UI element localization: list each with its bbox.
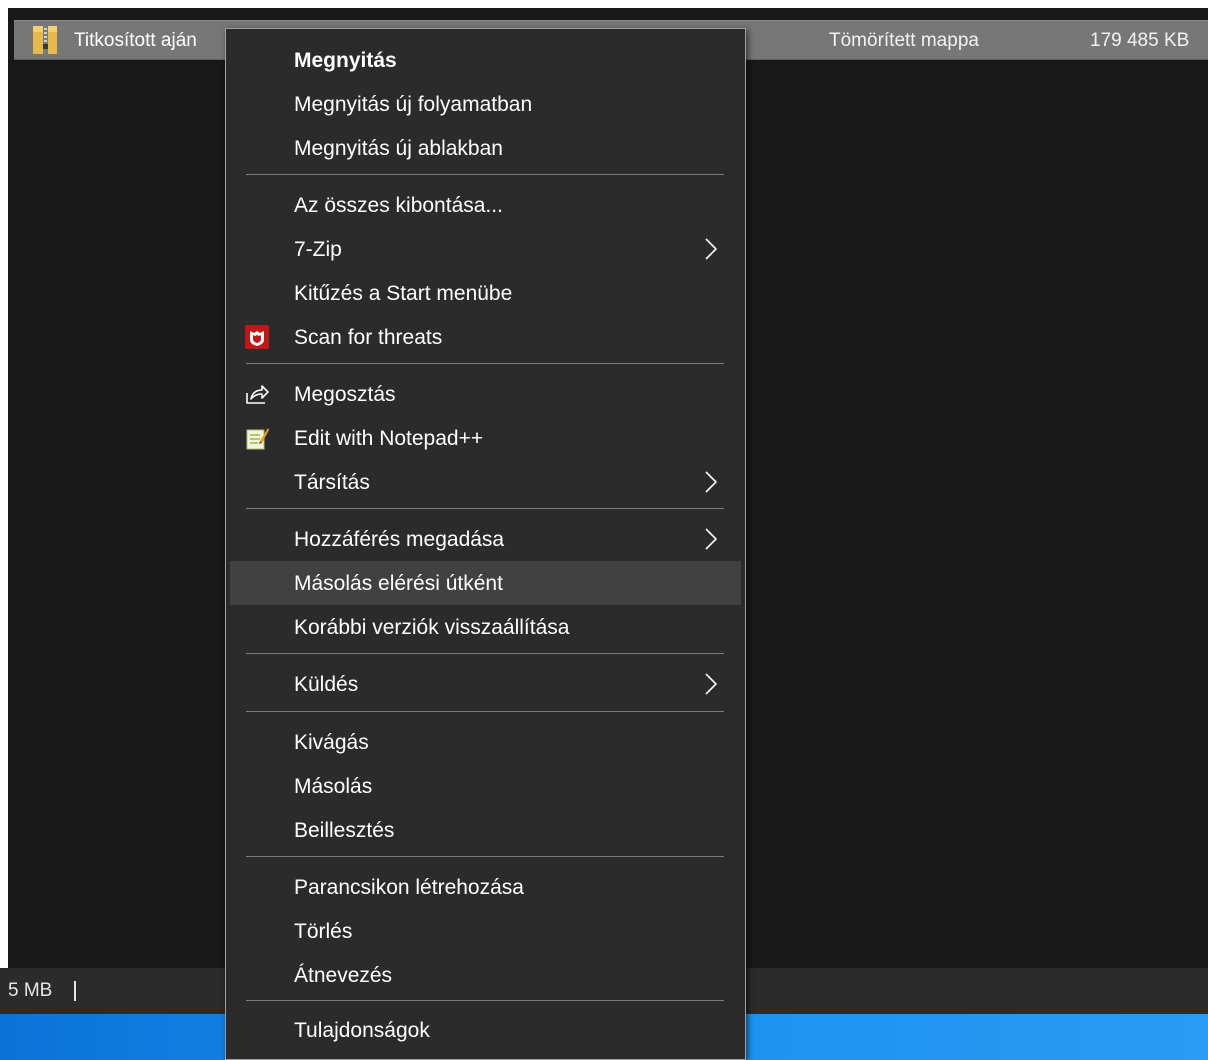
menu-separator — [246, 174, 724, 175]
chevron-right-icon — [704, 527, 718, 551]
file-name: Titkosított aján — [74, 30, 197, 51]
menu-item-label: Küldés — [294, 673, 359, 696]
share-icon — [244, 381, 270, 407]
notepadpp-icon — [244, 425, 270, 451]
menu-item-label: Társítás — [294, 471, 370, 494]
menu-separator — [246, 363, 724, 364]
menu-separator — [246, 1000, 724, 1001]
menu-item-label: Törlés — [294, 920, 353, 943]
menu-item-open-new-window[interactable]: Megnyitás új ablakban — [230, 126, 741, 170]
menu-item-label: Tulajdonságok — [294, 1019, 430, 1042]
menu-item-share[interactable]: Megosztás — [230, 372, 741, 416]
menu-item-label: Az összes kibontása... — [294, 194, 503, 217]
zip-folder-icon — [32, 24, 58, 56]
chevron-right-icon — [704, 237, 718, 261]
menu-item-label: Másolás elérési útként — [294, 572, 503, 595]
context-menu: Megnyitás Megnyitás új folyamatban Megny… — [225, 28, 746, 1060]
menu-item-label: Beillesztés — [294, 819, 395, 842]
menu-item-properties[interactable]: Tulajdonságok — [230, 1008, 741, 1052]
menu-item-extract-all[interactable]: Az összes kibontása... — [230, 183, 741, 227]
menu-item-copy[interactable]: Másolás — [230, 764, 741, 808]
file-size: 179 485 KB — [1090, 30, 1190, 51]
menu-item-label: Parancsikon létrehozása — [294, 876, 524, 899]
menu-item-pin-start[interactable]: Kitűzés a Start menübe — [230, 271, 741, 315]
chevron-right-icon — [704, 470, 718, 494]
status-selection-size: 5 MB — [8, 980, 53, 1001]
chevron-right-icon — [704, 672, 718, 696]
file-type: Tömörített mappa — [829, 30, 979, 51]
status-separator — [74, 981, 76, 1001]
menu-item-label: Megnyitás — [294, 49, 397, 72]
menu-separator — [246, 856, 724, 857]
mcafee-shield-icon — [244, 324, 270, 350]
menu-item-rename[interactable]: Átnevezés — [230, 953, 741, 997]
menu-item-cut[interactable]: Kivágás — [230, 720, 741, 764]
menu-item-label: Korábbi verziók visszaállítása — [294, 616, 570, 639]
menu-item-label: Átnevezés — [294, 964, 393, 987]
menu-item-label: Megnyitás új ablakban — [294, 137, 503, 160]
menu-item-restore-versions[interactable]: Korábbi verziók visszaállítása — [230, 605, 741, 649]
menu-item-label: Kivágás — [294, 731, 369, 754]
menu-item-label: Hozzáférés megadása — [294, 528, 505, 551]
menu-item-delete[interactable]: Törlés — [230, 909, 741, 953]
menu-item-label: Scan for threats — [294, 326, 443, 349]
menu-item-label: Kitűzés a Start menübe — [294, 282, 513, 305]
menu-item-label: Megosztás — [294, 383, 396, 406]
menu-item-edit-notepadpp[interactable]: Edit with Notepad++ — [230, 416, 741, 460]
menu-item-scan-threats[interactable]: Scan for threats — [230, 315, 741, 359]
menu-item-open[interactable]: Megnyitás — [230, 38, 741, 82]
menu-item-7zip[interactable]: 7-Zip — [230, 227, 741, 271]
menu-item-send-to[interactable]: Küldés — [230, 662, 741, 706]
menu-item-copy-as-path[interactable]: Másolás elérési útként — [230, 561, 741, 605]
menu-item-paste[interactable]: Beillesztés — [230, 808, 741, 852]
menu-item-give-access[interactable]: Hozzáférés megadása — [230, 517, 741, 561]
menu-item-open-with[interactable]: Társítás — [230, 460, 741, 504]
menu-item-open-new-process[interactable]: Megnyitás új folyamatban — [230, 82, 741, 126]
menu-item-label: Megnyitás új folyamatban — [294, 93, 533, 116]
menu-separator — [246, 653, 724, 654]
menu-item-label: 7-Zip — [294, 238, 342, 261]
menu-item-label: Másolás — [294, 775, 373, 798]
menu-separator — [246, 508, 724, 509]
menu-item-create-shortcut[interactable]: Parancsikon létrehozása — [230, 865, 741, 909]
menu-item-label: Edit with Notepad++ — [294, 427, 484, 450]
menu-separator — [246, 711, 724, 712]
